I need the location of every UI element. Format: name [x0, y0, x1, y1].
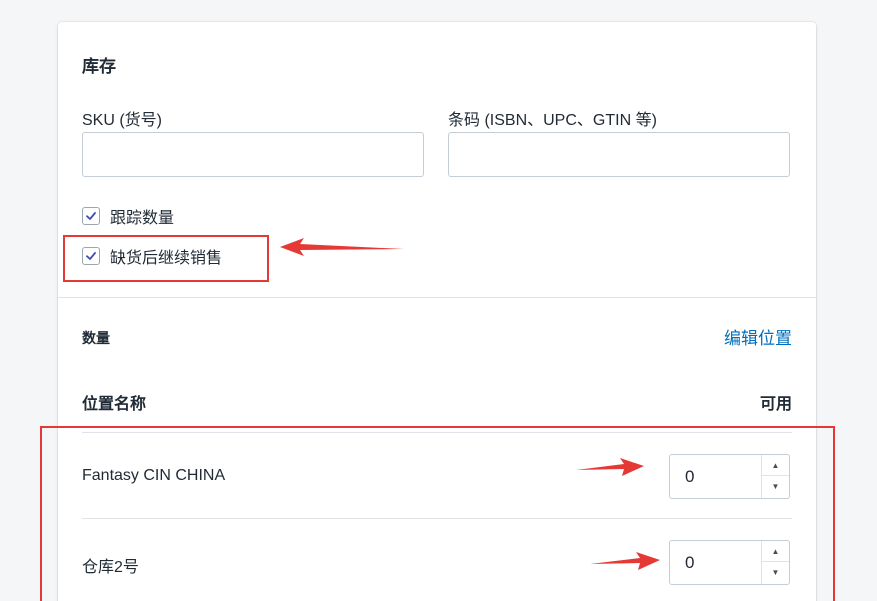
available-quantity-input[interactable]: 0 ▲ ▼ — [669, 454, 790, 499]
location-name: 仓库2号 — [82, 559, 139, 576]
table-divider — [82, 432, 792, 433]
track-quantity-row[interactable]: 跟踪数量 — [82, 204, 174, 228]
available-quantity-value: 0 — [685, 467, 695, 486]
track-quantity-label: 跟踪数量 — [110, 210, 175, 227]
sku-label: SKU (货号) — [82, 112, 163, 129]
track-quantity-checkbox[interactable] — [82, 207, 100, 225]
section-divider — [58, 297, 816, 298]
caret-up-icon[interactable]: ▲ — [762, 455, 789, 476]
caret-up-icon[interactable]: ▲ — [762, 541, 789, 562]
available-header: 可用 — [759, 396, 792, 413]
barcode-input[interactable] — [448, 132, 790, 177]
edit-locations-link[interactable]: 编辑位置 — [724, 324, 792, 349]
caret-down-icon[interactable]: ▼ — [762, 562, 789, 583]
available-quantity-input[interactable]: 0 ▲ ▼ — [669, 540, 790, 585]
available-quantity-value: 0 — [685, 553, 695, 572]
check-icon — [86, 252, 96, 260]
quantity-stepper[interactable]: ▲ ▼ — [761, 541, 789, 584]
location-name-header: 位置名称 — [82, 396, 147, 413]
sku-input[interactable] — [82, 132, 424, 177]
table-row-divider — [82, 518, 792, 519]
location-name: Fantasy CIN CHINA — [82, 467, 226, 484]
check-icon — [86, 212, 96, 220]
inventory-card: 库存 SKU (货号) 条码 (ISBN、UPC、GTIN 等) 跟踪数量 缺货… — [58, 22, 816, 601]
continue-selling-label: 缺货后继续销售 — [110, 250, 223, 267]
quantity-section-label: 数量 — [82, 330, 110, 346]
card-title: 库存 — [82, 57, 116, 76]
caret-down-icon[interactable]: ▼ — [762, 476, 789, 497]
continue-selling-checkbox[interactable] — [82, 247, 100, 265]
barcode-label: 条码 (ISBN、UPC、GTIN 等) — [448, 112, 657, 129]
quantity-stepper[interactable]: ▲ ▼ — [761, 455, 789, 498]
continue-selling-row[interactable]: 缺货后继续销售 — [82, 244, 222, 268]
